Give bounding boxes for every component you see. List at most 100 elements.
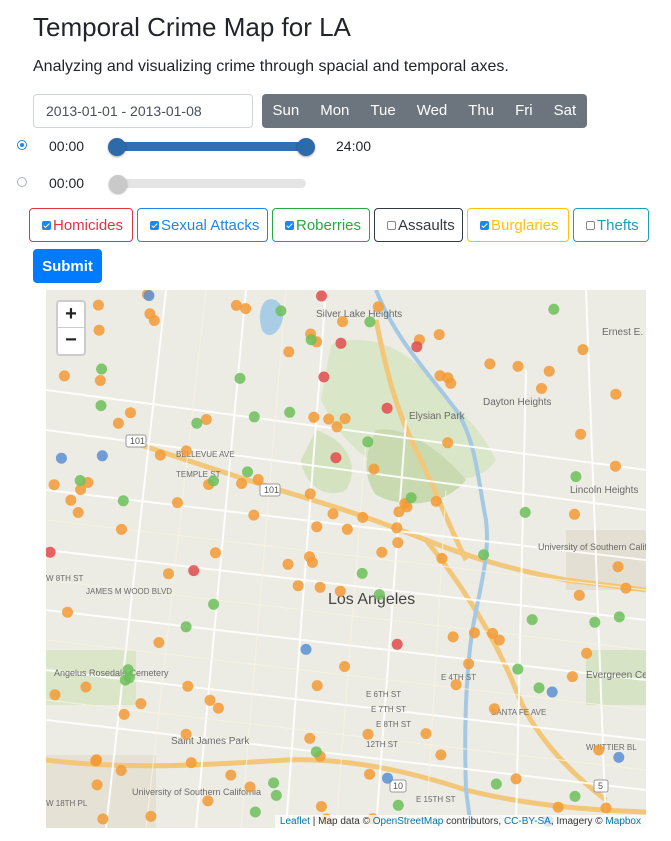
crime-point-burglaries[interactable]	[569, 508, 580, 520]
submit-button[interactable]: Submit	[33, 249, 102, 283]
crime-point-burglaries[interactable]	[115, 765, 127, 776]
day-button-mon[interactable]: Mon	[310, 94, 360, 128]
crime-point-burglaries[interactable]	[182, 680, 194, 692]
crime-point-burglaries[interactable]	[49, 689, 61, 701]
crime-point-sexual-attacks[interactable]	[300, 643, 312, 655]
crime-map[interactable]: Silver Lake Heights Elysian Park Dayton …	[46, 290, 646, 828]
crime-point-sexual-attacks[interactable]	[382, 772, 393, 784]
crime-point-burglaries[interactable]	[581, 647, 593, 659]
filter-burglaries[interactable]: Burglaries	[467, 208, 569, 242]
crime-point-burglaries[interactable]	[362, 728, 374, 740]
filter-sexual-attacks[interactable]: Sexual Attacks	[137, 208, 268, 242]
crime-point-burglaries[interactable]	[331, 421, 343, 433]
crime-point-roberries[interactable]	[275, 305, 287, 317]
crime-point-roberries[interactable]	[242, 466, 253, 478]
crime-point-roberries[interactable]	[373, 589, 385, 601]
crime-point-burglaries[interactable]	[171, 497, 183, 509]
crime-point-burglaries[interactable]	[468, 627, 480, 639]
crime-point-burglaries[interactable]	[436, 552, 448, 564]
crime-point-burglaries[interactable]	[376, 546, 388, 558]
crime-point-burglaries[interactable]	[308, 411, 320, 423]
slider-handle-disabled[interactable]	[109, 175, 127, 193]
date-range-input[interactable]: 2013-01-01 - 2013-01-08	[33, 94, 253, 128]
crime-point-burglaries[interactable]	[62, 606, 73, 618]
zoom-in-button[interactable]: +	[58, 302, 84, 328]
crime-point-burglaries[interactable]	[566, 671, 578, 683]
crime-point-homicides[interactable]	[411, 341, 423, 353]
crime-point-burglaries[interactable]	[240, 303, 252, 315]
crime-point-burglaries[interactable]	[391, 522, 403, 534]
crime-point-burglaries[interactable]	[435, 749, 447, 761]
crime-point-roberries[interactable]	[519, 506, 531, 518]
crime-point-burglaries[interactable]	[283, 346, 295, 358]
time-range-slider-1[interactable]	[110, 142, 312, 151]
crime-point-burglaries[interactable]	[323, 413, 335, 425]
time-range-slider-2[interactable]	[110, 179, 306, 188]
crime-point-burglaries[interactable]	[392, 537, 404, 549]
crime-point-burglaries[interactable]	[339, 413, 351, 425]
time-range-radio-2[interactable]	[17, 177, 27, 187]
crime-point-burglaries[interactable]	[364, 768, 376, 780]
crime-point-homicides[interactable]	[381, 402, 393, 414]
crime-point-roberries[interactable]	[526, 614, 538, 626]
crime-point-burglaries[interactable]	[610, 388, 622, 400]
crime-point-burglaries[interactable]	[304, 732, 316, 744]
crime-point-sexual-attacks[interactable]	[55, 452, 67, 464]
crime-point-burglaries[interactable]	[304, 551, 315, 563]
crime-point-roberries[interactable]	[478, 549, 490, 561]
crime-point-roberries[interactable]	[533, 682, 545, 694]
crime-point-burglaries[interactable]	[315, 801, 327, 812]
attribution-osm-link[interactable]: OpenStreetMap	[373, 816, 444, 827]
day-button-thu[interactable]: Thu	[458, 94, 505, 128]
crime-point-burglaries[interactable]	[577, 344, 589, 356]
crime-point-homicides[interactable]	[330, 452, 342, 464]
crime-point-burglaries[interactable]	[573, 589, 585, 601]
crime-point-roberries[interactable]	[356, 567, 368, 579]
crime-point-burglaries[interactable]	[512, 360, 524, 372]
crime-point-burglaries[interactable]	[118, 708, 130, 720]
crime-point-burglaries[interactable]	[65, 494, 77, 506]
crime-point-burglaries[interactable]	[484, 358, 496, 370]
crime-point-burglaries[interactable]	[337, 316, 348, 328]
crime-point-burglaries[interactable]	[543, 365, 555, 377]
crime-point-burglaries[interactable]	[116, 523, 127, 535]
crime-point-roberries[interactable]	[548, 303, 560, 315]
crime-point-roberries[interactable]	[569, 790, 581, 802]
crime-point-roberries[interactable]	[74, 475, 86, 486]
crime-point-roberries[interactable]	[613, 611, 625, 623]
crime-point-roberries[interactable]	[405, 492, 417, 504]
crime-point-burglaries[interactable]	[433, 329, 445, 341]
crime-point-burglaries[interactable]	[200, 414, 212, 425]
crime-point-homicides[interactable]	[316, 290, 327, 302]
checkbox-roberries[interactable]	[285, 221, 294, 230]
slider-handle-start[interactable]	[108, 138, 126, 156]
crime-point-roberries[interactable]	[122, 664, 134, 676]
crime-point-burglaries[interactable]	[488, 703, 500, 715]
crime-point-burglaries[interactable]	[93, 324, 105, 336]
crime-point-roberries[interactable]	[117, 495, 129, 507]
crime-point-burglaries[interactable]	[447, 631, 459, 643]
crime-point-burglaries[interactable]	[357, 511, 369, 523]
crime-point-burglaries[interactable]	[434, 370, 446, 382]
crime-point-burglaries[interactable]	[430, 495, 442, 507]
crime-point-burglaries[interactable]	[236, 478, 248, 489]
crime-point-burglaries[interactable]	[135, 698, 147, 710]
crime-point-burglaries[interactable]	[210, 547, 221, 559]
crime-point-burglaries[interactable]	[445, 377, 457, 389]
crime-point-burglaries[interactable]	[620, 582, 632, 594]
filter-homicides[interactable]: Homicides	[29, 208, 133, 242]
crime-point-homicides[interactable]	[391, 638, 403, 650]
crime-point-roberries[interactable]	[490, 778, 502, 790]
filter-roberries[interactable]: Roberries	[272, 208, 370, 242]
crime-point-burglaries[interactable]	[125, 407, 136, 419]
crime-point-burglaries[interactable]	[72, 507, 84, 518]
crime-point-burglaries[interactable]	[248, 509, 260, 521]
attribution-license-link[interactable]: CC-BY-SA	[504, 816, 551, 827]
crime-point-roberries[interactable]	[249, 806, 261, 818]
crime-point-burglaries[interactable]	[327, 508, 339, 520]
crime-point-roberries[interactable]	[270, 789, 282, 801]
crime-point-roberries[interactable]	[305, 334, 317, 346]
crime-point-roberries[interactable]	[268, 777, 280, 789]
crime-point-burglaries[interactable]	[600, 802, 612, 814]
crime-point-burglaries[interactable]	[144, 308, 156, 320]
